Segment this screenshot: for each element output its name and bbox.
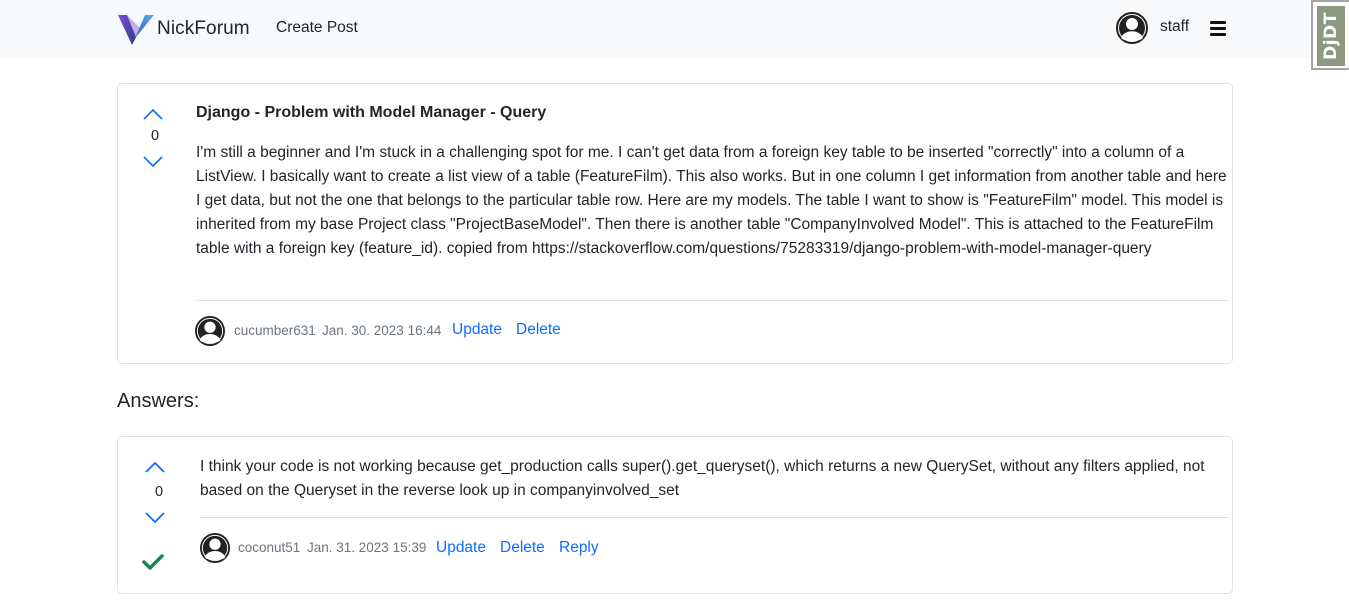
- vote-down-icon[interactable]: [142, 155, 164, 169]
- vote-down-icon[interactable]: [144, 511, 166, 525]
- answer-update-link[interactable]: Update: [436, 539, 486, 557]
- answer-author: coconut51: [238, 540, 301, 555]
- answer-divider: [200, 517, 1229, 518]
- question-update-link[interactable]: Update: [452, 321, 502, 339]
- answers-heading: Answers:: [117, 390, 200, 412]
- create-post-link[interactable]: Create Post: [276, 19, 358, 37]
- brand-logo-icon: [118, 15, 154, 45]
- answer-delete-link[interactable]: Delete: [500, 539, 545, 557]
- question-title: Django - Problem with Model Manager - Qu…: [196, 104, 547, 121]
- djdt-label: DjDT: [1321, 12, 1341, 60]
- author-avatar-icon: [195, 316, 225, 346]
- question-body: I'm still a beginner and I'm stuck in a …: [196, 144, 1227, 257]
- answer-date: Jan. 31. 2023 15:39: [307, 540, 427, 555]
- question-delete-link[interactable]: Delete: [516, 321, 561, 339]
- check-icon: [142, 554, 164, 570]
- answer-reply-link[interactable]: Reply: [559, 539, 599, 557]
- vote-count: 0: [154, 484, 164, 500]
- question-card: 0 Django - Problem with Model Manager - …: [117, 83, 1233, 364]
- djdt-toolbar-handle[interactable]: DjDT: [1311, 0, 1349, 70]
- username[interactable]: staff: [1160, 18, 1189, 36]
- question-date: Jan. 30. 2023 16:44: [322, 323, 442, 338]
- question-divider: [196, 300, 1229, 301]
- answer-card: 0 I think your code is not working becau…: [117, 436, 1233, 594]
- vote-up-icon[interactable]: [142, 107, 164, 121]
- author-avatar-icon: [200, 533, 230, 563]
- question-author: cucumber631: [234, 323, 316, 338]
- brand-name: NickForum: [157, 18, 250, 39]
- user-avatar-icon[interactable]: [1116, 12, 1148, 44]
- answer-body: I think your code is not working because…: [200, 458, 1205, 499]
- navbar: NickForum Create Post staff: [0, 0, 1349, 58]
- vote-count: 0: [150, 128, 160, 144]
- brand-link[interactable]: NickForum: [118, 12, 250, 46]
- vote-up-icon[interactable]: [144, 460, 166, 474]
- menu-icon[interactable]: [1206, 14, 1230, 42]
